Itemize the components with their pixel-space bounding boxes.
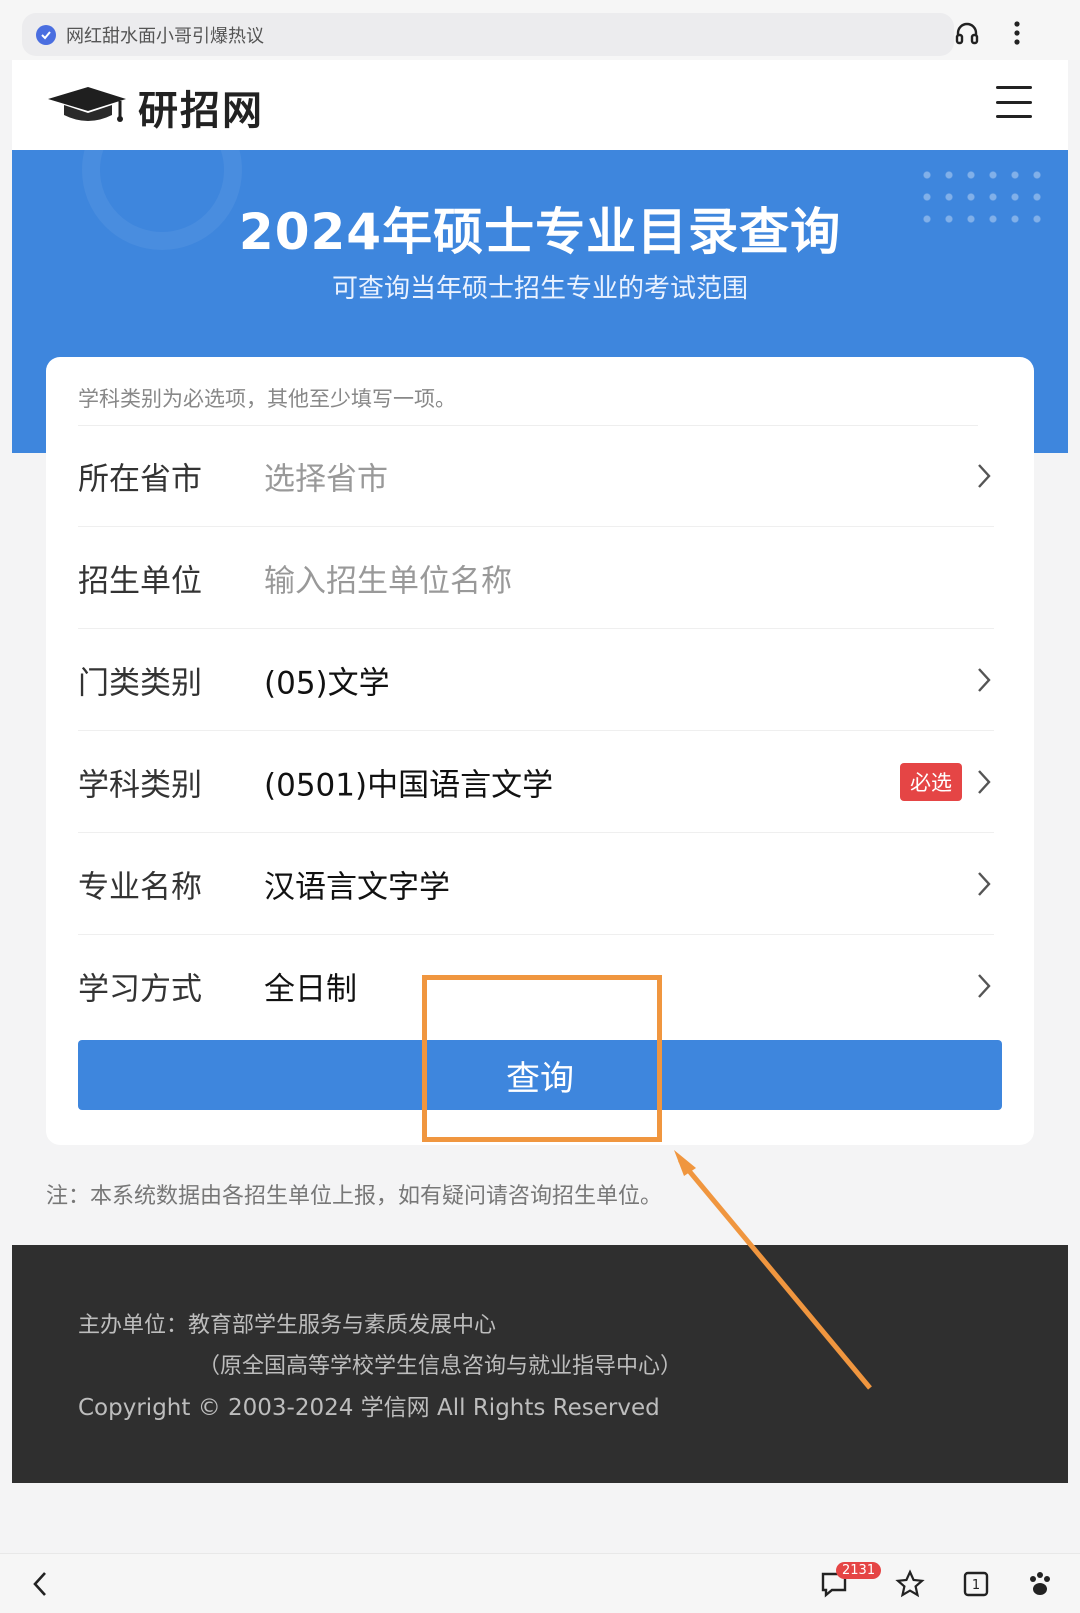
back-icon[interactable] (20, 1564, 60, 1604)
major-select[interactable]: 汉语言文字学 (264, 861, 450, 906)
disclaimer-note: 注：本系统数据由各招生单位上报，如有疑问请咨询招生单位。 (46, 1184, 663, 1209)
chevron-right-icon (978, 463, 991, 488)
address-text: 网红甜水面小哥引爆热议 (66, 25, 264, 47)
site-header: 研招网 (12, 60, 1068, 150)
page-subtitle: 可查询当年硕士招生专业的考试范围 (331, 274, 748, 304)
chevron-right-icon (978, 871, 991, 896)
field-label: 学习方式 (78, 971, 202, 1008)
required-badge: 必选 (900, 762, 962, 801)
field-institution[interactable]: 招生单位 输入招生单位名称 (78, 527, 994, 629)
footer-organizer-former: （原全国高等学校学生信息咨询与就业指导中心） (198, 1354, 683, 1379)
field-label: 招生单位 (78, 563, 202, 599)
more-options-icon[interactable] (1000, 16, 1034, 50)
comment-count-badge: 2131 (836, 1562, 882, 1579)
site-footer: 主办单位：教育部学生服务与素质发展中心 （原全国高等学校学生信息咨询与就业指导中… (12, 1245, 1068, 1483)
subject-category-select[interactable]: (0501)中国语言文学 (264, 759, 553, 804)
hamburger-menu-icon[interactable] (996, 86, 1032, 118)
page-title: 2024年硕士专业目录查询 (238, 203, 842, 261)
tab-count: 1 (972, 1578, 980, 1593)
logo-text: 研招网 (138, 87, 264, 134)
province-select[interactable]: 选择省市 (264, 453, 388, 498)
field-label: 学科类别 (78, 767, 202, 803)
address-bar[interactable]: 网红甜水面小哥引爆热议 (22, 13, 954, 56)
chevron-right-icon (978, 667, 991, 692)
footer-copyright: Copyright © 2003-2024 学信网 All Rights Res… (78, 1395, 660, 1421)
search-form-card: 学科类别为必选项，其他至少填写一项。 所在省市 选择省市 招生单位 输入招生单位… (46, 357, 1034, 1145)
browser-top-bar: 网红甜水面小哥引爆热议 (0, 0, 1080, 60)
form-hint: 学科类别为必选项，其他至少填写一项。 (78, 387, 456, 411)
security-shield-icon (36, 24, 56, 45)
query-button[interactable]: 查询 (78, 1040, 1002, 1110)
discipline-category-select[interactable]: (05)文学 (264, 657, 390, 702)
chevron-right-icon (978, 769, 991, 794)
field-subject-category[interactable]: 学科类别 (0501)中国语言文学 必选 (78, 731, 994, 833)
paw-icon[interactable] (1020, 1564, 1060, 1604)
tabs-icon[interactable]: 1 (956, 1564, 996, 1604)
field-label: 门类类别 (78, 665, 202, 701)
study-mode-select[interactable]: 全日制 (264, 964, 357, 1009)
field-major[interactable]: 专业名称 汉语言文字学 (78, 833, 994, 935)
chevron-right-icon (978, 974, 991, 998)
field-study-mode[interactable]: 学习方式 全日制 (78, 935, 994, 1037)
star-icon[interactable] (890, 1564, 930, 1604)
field-label: 所在省市 (78, 461, 202, 497)
field-discipline-category[interactable]: 门类类别 (05)文学 (78, 629, 994, 731)
graduation-cap-icon (46, 83, 128, 131)
headphones-icon[interactable] (950, 16, 984, 50)
browser-bottom-bar: 1 (0, 1553, 1080, 1613)
footer-organizer: 主办单位：教育部学生服务与素质发展中心 (78, 1313, 497, 1338)
field-label: 专业名称 (78, 869, 202, 905)
institution-input[interactable]: 输入招生单位名称 (264, 555, 512, 600)
site-logo[interactable]: 研招网 (46, 78, 264, 136)
field-province[interactable]: 所在省市 选择省市 (78, 425, 994, 527)
